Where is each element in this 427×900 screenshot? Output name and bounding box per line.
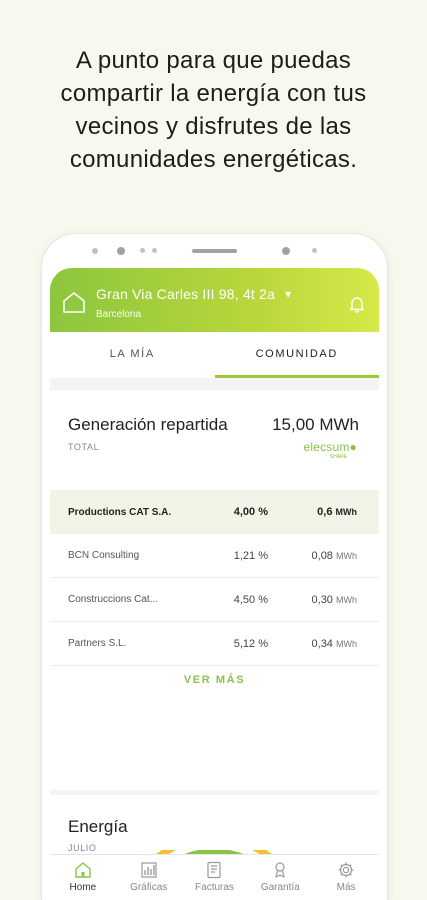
address-text: Gran Via Carles III 98, 4t 2a bbox=[96, 286, 276, 302]
sensor-dot bbox=[92, 248, 98, 254]
address-selector[interactable]: Gran Via Carles III 98, 4t 2a ▾ bbox=[96, 286, 291, 302]
home-icon bbox=[75, 862, 91, 878]
energy-title: Energía bbox=[68, 817, 128, 836]
member-energy: 0,08 MWh bbox=[312, 550, 357, 562]
member-percentage: 5,12 % bbox=[233, 637, 268, 650]
member-percentage: 1,21 % bbox=[233, 549, 268, 562]
brand-subtitle: SHARE bbox=[329, 454, 347, 460]
energy-month: JULIO bbox=[68, 843, 97, 853]
member-percentage: 4,50 % bbox=[233, 593, 268, 606]
member-name: BCN Consulting bbox=[68, 550, 140, 561]
nav-home[interactable]: Home bbox=[50, 855, 116, 900]
ver-mas-button[interactable]: VER MÁS bbox=[50, 674, 379, 686]
generation-title: Generación repartida bbox=[68, 415, 228, 434]
headline-line-3: vecinos y disfrutes de las bbox=[75, 113, 352, 140]
elecsum-logo: elecsum● bbox=[303, 440, 357, 454]
phone-top-bezel bbox=[42, 234, 387, 266]
chart-icon bbox=[141, 862, 157, 878]
nav-mas[interactable]: Más bbox=[313, 855, 379, 900]
member-row[interactable]: Partners S.L. 5,12 % 0,34 MWh bbox=[50, 622, 379, 666]
member-energy: 0,6 MWh bbox=[317, 506, 357, 518]
certificate-icon bbox=[275, 862, 285, 878]
invoice-icon bbox=[207, 861, 222, 879]
bell-icon[interactable] bbox=[349, 295, 365, 318]
front-camera bbox=[117, 247, 125, 255]
leaf-icon: ● bbox=[349, 440, 357, 454]
nav-facturas[interactable]: Facturas bbox=[182, 855, 248, 900]
member-name: Partners S.L. bbox=[68, 638, 127, 649]
gear-icon bbox=[338, 862, 354, 878]
member-energy: 0,34 MWh bbox=[312, 638, 357, 650]
bottom-navigation: Home Gráficas Facturas Garantía Más bbox=[50, 854, 379, 900]
member-row[interactable]: Productions CAT S.A. 4,00 % 0,6 MWh bbox=[50, 490, 379, 534]
member-energy-value: 0,6 bbox=[317, 506, 333, 518]
nav-graficas-label: Gráficas bbox=[130, 882, 168, 893]
tab-la-mia[interactable]: LA MÍA bbox=[50, 332, 215, 378]
generation-total-label: TOTAL bbox=[68, 442, 100, 452]
chevron-down-icon: ▾ bbox=[285, 287, 292, 301]
member-name: Construccions Cat... bbox=[68, 594, 159, 605]
member-energy-unit: MWh bbox=[336, 594, 357, 605]
tab-bar: LA MÍA COMUNIDAD bbox=[50, 332, 379, 378]
tab-comunidad[interactable]: COMUNIDAD bbox=[214, 332, 379, 378]
generation-value: 15,00 MWh bbox=[272, 415, 359, 434]
headline-line-2: compartir la energía con tus bbox=[60, 80, 367, 107]
member-percentage: 4,00 % bbox=[233, 506, 268, 518]
promo-headline: A punto para que puedas compartir la ene… bbox=[20, 44, 407, 176]
member-energy-unit: MWh bbox=[335, 507, 358, 517]
app-header: Gran Via Carles III 98, 4t 2a ▾ Barcelon… bbox=[50, 268, 379, 332]
nav-garantia-label: Garantía bbox=[260, 882, 300, 893]
brand-name: elecsum bbox=[303, 440, 350, 454]
nav-facturas-label: Facturas bbox=[195, 882, 234, 893]
nav-home-label: Home bbox=[69, 882, 97, 893]
member-energy-value: 0,30 bbox=[311, 593, 333, 606]
home-outline-icon[interactable] bbox=[62, 291, 86, 318]
nav-garantia[interactable]: Garantía bbox=[247, 855, 313, 900]
sensor-dot bbox=[312, 248, 317, 253]
phone-frame: Gran Via Carles III 98, 4t 2a ▾ Barcelon… bbox=[42, 234, 387, 900]
member-energy-value: 0,08 bbox=[311, 549, 333, 562]
member-energy: 0,30 MWh bbox=[312, 594, 357, 606]
proximity-sensor bbox=[282, 247, 290, 255]
members-list: Productions CAT S.A. 4,00 % 0,6 MWh BCN … bbox=[50, 490, 379, 666]
member-energy-unit: MWh bbox=[336, 638, 357, 649]
headline-line-4: comunidades energéticas. bbox=[69, 146, 358, 173]
generation-card: Generación repartida TOTAL 15,00 MWh ele… bbox=[50, 390, 379, 790]
member-energy-value: 0,34 bbox=[311, 637, 333, 650]
member-name: Productions CAT S.A. bbox=[68, 506, 172, 518]
sensor-dot bbox=[140, 248, 145, 253]
nav-graficas[interactable]: Gráficas bbox=[116, 855, 182, 900]
city-label: Barcelona bbox=[96, 309, 142, 320]
member-row[interactable]: BCN Consulting 1,21 % 0,08 MWh bbox=[50, 534, 379, 578]
headline-line-1: A punto para que puedas bbox=[75, 47, 352, 74]
earpiece-speaker bbox=[192, 249, 237, 253]
sensor-dot bbox=[152, 248, 157, 253]
nav-mas-label: Más bbox=[336, 882, 356, 893]
member-energy-unit: MWh bbox=[336, 550, 357, 561]
app-screen: Gran Via Carles III 98, 4t 2a ▾ Barcelon… bbox=[50, 268, 379, 900]
member-row[interactable]: Construccions Cat... 4,50 % 0,30 MWh bbox=[50, 578, 379, 622]
